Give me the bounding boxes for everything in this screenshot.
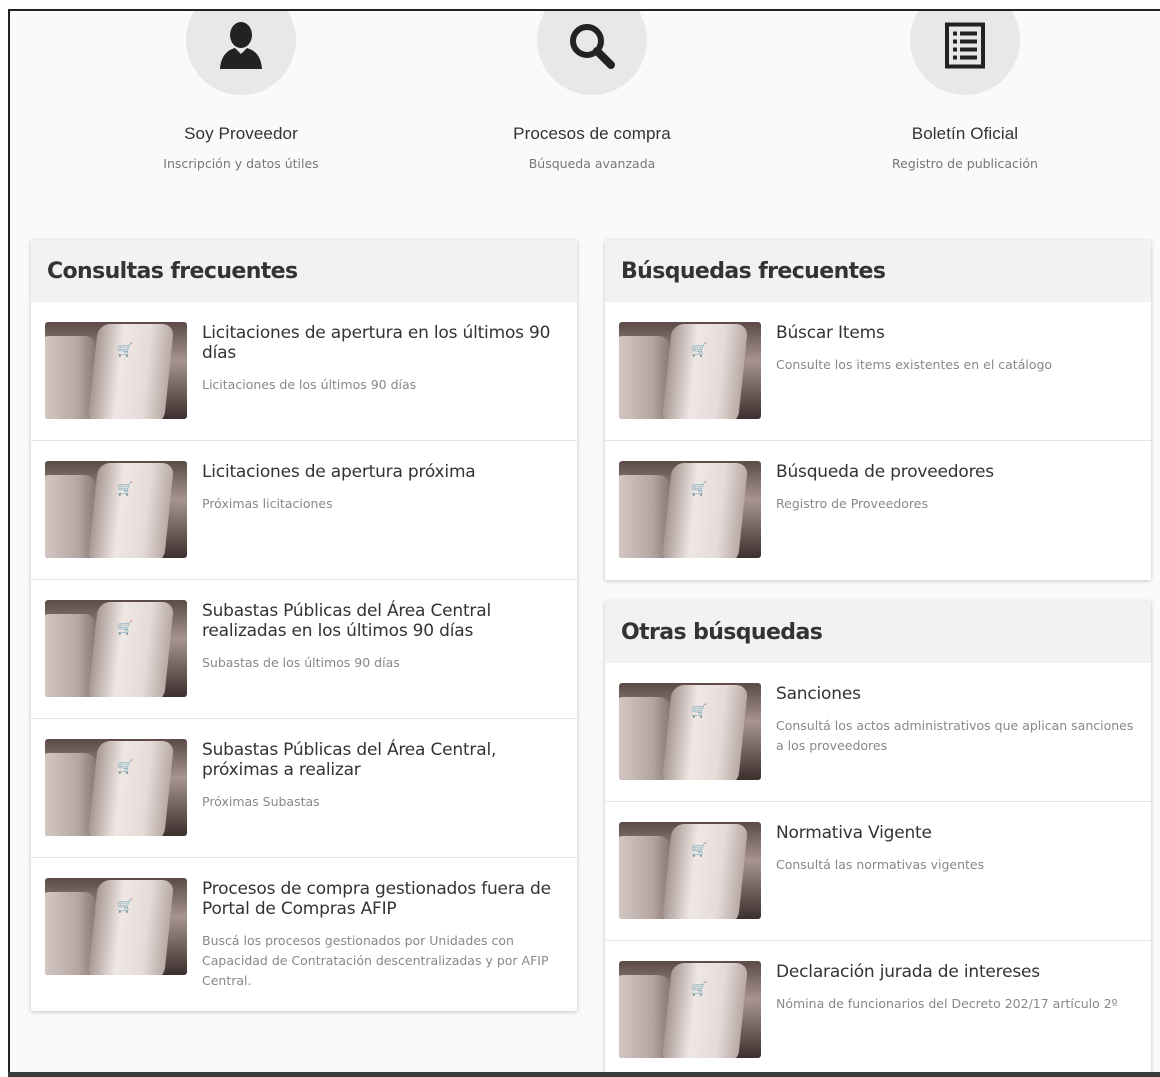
list-item-subtitle: Nómina de funcionarios del Decreto 202/1… <box>776 996 1118 1011</box>
panel-title: Consultas frecuentes <box>47 258 298 284</box>
keyboard-thumbnail: 🛒 <box>45 878 187 975</box>
shopping-cart-icon: 🛒 <box>691 703 708 718</box>
list-item-title: Licitaciones de apertura en los últimos … <box>202 323 551 363</box>
user-icon <box>220 22 262 69</box>
list-item[interactable]: 🛒 Búsqueda de proveedores Registro de Pro… <box>605 441 1151 580</box>
list-item-subtitle: Subastas de los últimos 90 días <box>202 655 400 670</box>
list-item-title: Declaración jurada de intereses <box>776 962 1040 982</box>
shopping-cart-icon: 🛒 <box>691 981 708 996</box>
panel-header: Otras búsquedas <box>605 601 1151 663</box>
list-item[interactable]: 🛒 Licitaciones de apertura en los último… <box>31 302 577 441</box>
consultas-frecuentes-panel: Consultas frecuentes 🛒 Licitaciones de a… <box>31 240 577 1011</box>
nav-title: Boletín Oficial <box>911 124 1019 143</box>
nav-subtitle: Registro de publicación <box>892 156 1038 171</box>
list-item-title: Sanciones <box>776 684 861 704</box>
list-item[interactable]: 🛒 Normativa Vigente Consultá las normativ… <box>605 802 1151 941</box>
panel-header: Búsquedas frecuentes <box>605 240 1151 302</box>
nav-subtitle: Inscripción y datos útiles <box>163 156 319 171</box>
list-item-title: Subastas Públicas del Área Central reali… <box>202 601 491 641</box>
list-document-icon <box>945 22 985 69</box>
list-item-subtitle: Próximas Subastas <box>202 794 320 809</box>
keyboard-thumbnail: 🛒 <box>45 739 187 836</box>
list-item-subtitle: Licitaciones de los últimos 90 días <box>202 377 417 392</box>
shopping-cart-icon: 🛒 <box>117 759 134 774</box>
nav-circle <box>186 11 296 95</box>
panel-title: Búsquedas frecuentes <box>621 258 886 284</box>
keyboard-thumbnail: 🛒 <box>619 961 761 1058</box>
nav-circle <box>910 11 1020 95</box>
list-item[interactable]: 🛒 Procesos de compra gestionados fuera d… <box>31 858 577 1011</box>
panel-title: Otras búsquedas <box>621 619 823 645</box>
list-item-subtitle: Consultá los actos administrativos que a… <box>776 718 1134 753</box>
keyboard-thumbnail: 🛒 <box>45 600 187 697</box>
list-item-subtitle: Consultá las normativas vigentes <box>776 857 985 872</box>
panel-header: Consultas frecuentes <box>31 240 577 302</box>
keyboard-thumbnail: 🛒 <box>619 822 761 919</box>
shopping-cart-icon: 🛒 <box>691 481 708 496</box>
shopping-cart-icon: 🛒 <box>117 620 134 635</box>
keyboard-thumbnail: 🛒 <box>45 322 187 419</box>
list-item-title: Búsqueda de proveedores <box>776 462 994 482</box>
nav-procesos-de-compra[interactable]: Procesos de compra Búsqueda avanzada <box>442 11 742 171</box>
keyboard-thumbnail: 🛒 <box>619 683 761 780</box>
keyboard-thumbnail: 🛒 <box>619 322 761 419</box>
search-icon <box>570 24 615 69</box>
list-item-title: Búscar Items <box>776 323 885 343</box>
list-item-subtitle: Registro de Proveedores <box>776 496 928 511</box>
nav-subtitle: Búsqueda avanzada <box>528 156 656 171</box>
nav-circle <box>537 11 647 95</box>
list-item[interactable]: 🛒 Subastas Públicas del Área Central rea… <box>31 580 577 719</box>
nav-title: Soy Proveedor <box>184 124 298 143</box>
page-frame: Soy Proveedor Inscripción y datos útiles… <box>8 9 1160 1075</box>
keyboard-thumbnail: 🛒 <box>45 461 187 558</box>
nav-boletin-oficial[interactable]: Boletín Oficial Registro de publicación <box>815 11 1115 171</box>
list-item-subtitle: Buscá los procesos gestionados por Unida… <box>202 933 549 988</box>
list-item-subtitle: Consulte los items existentes en el catá… <box>776 357 1053 372</box>
list-item[interactable]: 🛒 Licitaciones de apertura próxima Próxim… <box>31 441 577 580</box>
list-item[interactable]: 🛒 Búscar Items Consulte los items existen… <box>605 302 1151 441</box>
shopping-cart-icon: 🛒 <box>117 898 134 913</box>
list-item[interactable]: 🛒 Declaración jurada de intereses Nómina … <box>605 941 1151 1075</box>
list-item[interactable]: 🛒 Sanciones Consultá los actos administra… <box>605 663 1151 802</box>
shopping-cart-icon: 🛒 <box>117 342 134 357</box>
list-item-title: Normativa Vigente <box>776 823 932 843</box>
list-item[interactable]: 🛒 Subastas Públicas del Área Central, pr… <box>31 719 577 858</box>
list-item-subtitle: Próximas licitaciones <box>202 496 333 511</box>
list-item-title: Subastas Públicas del Área Central, próx… <box>202 740 497 780</box>
bottom-border <box>8 1072 1160 1077</box>
nav-title: Procesos de compra <box>513 124 671 143</box>
nav-soy-proveedor[interactable]: Soy Proveedor Inscripción y datos útiles <box>91 11 391 171</box>
top-navigation: Soy Proveedor Inscripción y datos útiles… <box>10 11 1160 226</box>
shopping-cart-icon: 🛒 <box>691 842 708 857</box>
shopping-cart-icon: 🛒 <box>691 342 708 357</box>
otras-busquedas-panel: Otras búsquedas 🛒 Sanciones Consultá los … <box>605 601 1151 1075</box>
shopping-cart-icon: 🛒 <box>117 481 134 496</box>
list-item-title: Licitaciones de apertura próxima <box>202 462 476 482</box>
busquedas-frecuentes-panel: Búsquedas frecuentes 🛒 Búscar Items Consu… <box>605 240 1151 580</box>
list-item-title: Procesos de compra gestionados fuera de … <box>202 879 551 919</box>
keyboard-thumbnail: 🛒 <box>619 461 761 558</box>
